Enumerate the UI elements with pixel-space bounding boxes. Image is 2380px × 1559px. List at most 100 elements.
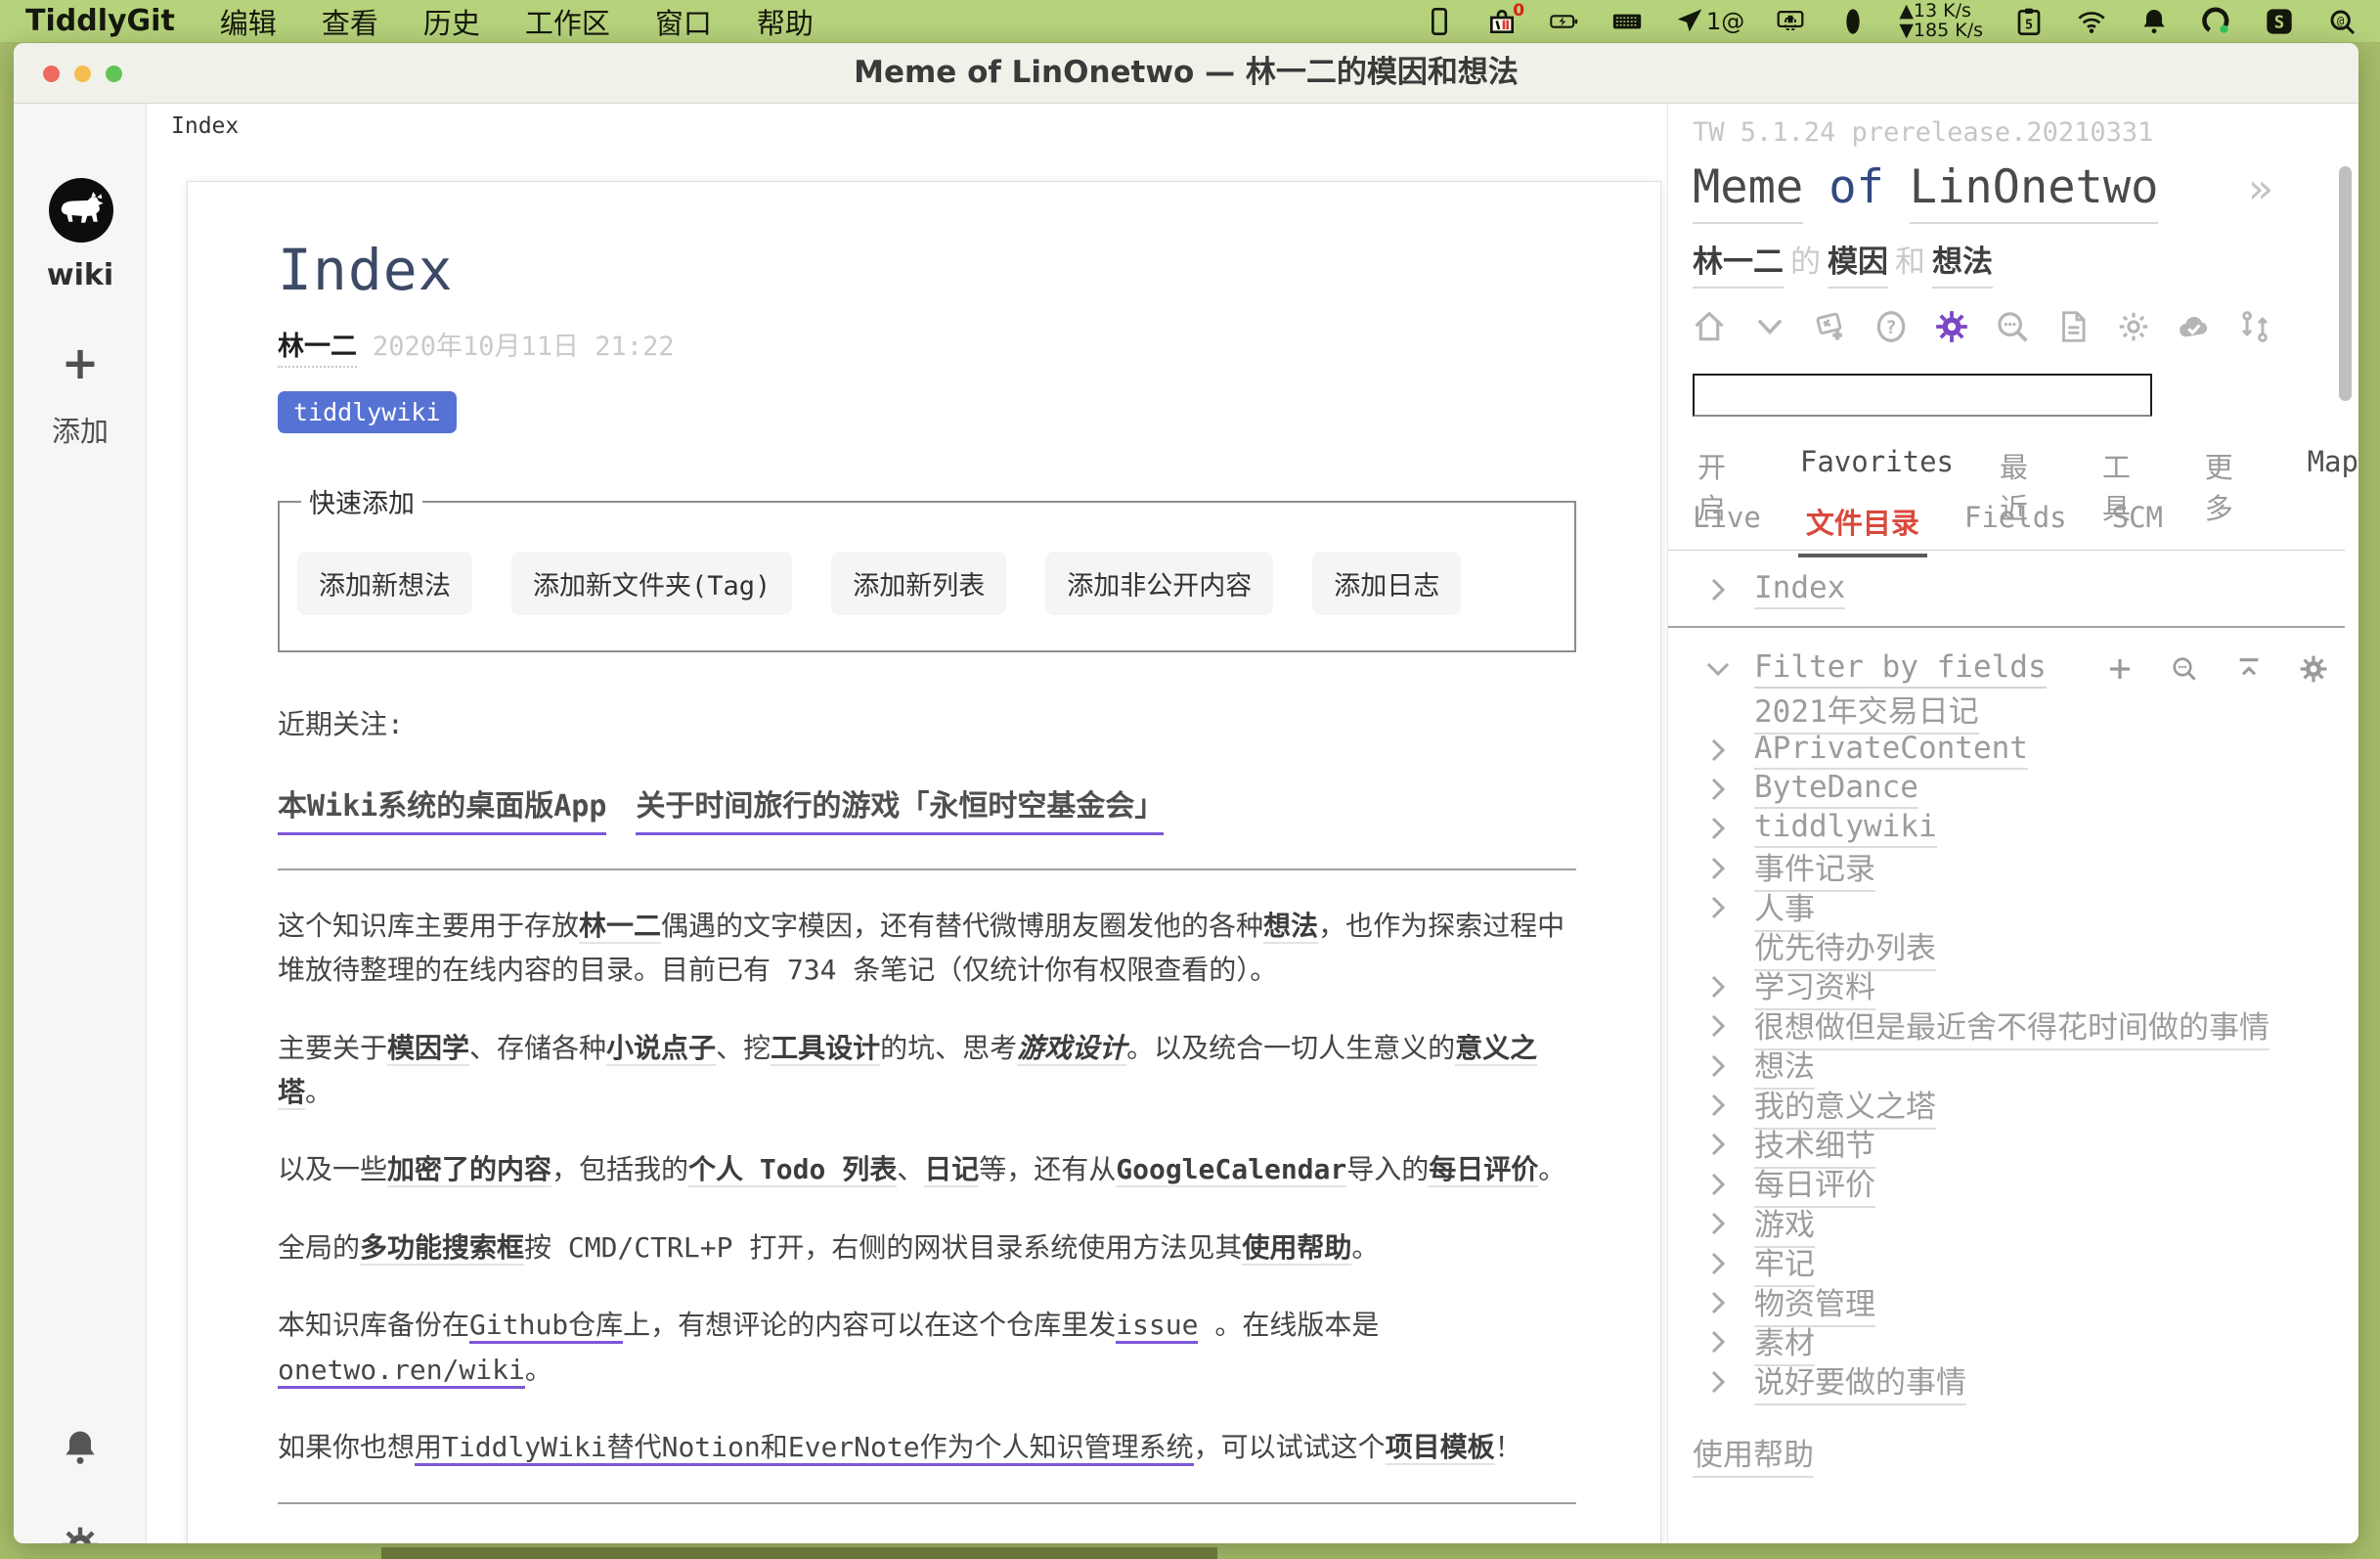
- menu-item[interactable]: 窗口: [655, 7, 712, 40]
- wifi-icon[interactable]: [2075, 5, 2108, 38]
- app-menu-tiddlygit[interactable]: TiddlyGit: [25, 4, 175, 38]
- tree-row[interactable]: 人事: [1703, 888, 2349, 927]
- chevron-down-icon[interactable]: [1750, 307, 1789, 346]
- sidebar-subtab-文件目录[interactable]: 文件目录: [1806, 501, 1919, 542]
- quick-add-button[interactable]: 添加日志: [1312, 552, 1461, 615]
- tree-row[interactable]: 牢记: [1703, 1243, 2349, 1282]
- hide-sidebar-chevron-icon[interactable]: »: [2248, 164, 2272, 212]
- chevron-right-icon[interactable]: [1703, 1209, 1733, 1238]
- home-icon[interactable]: [1690, 307, 1729, 346]
- minimize-window-button[interactable]: [74, 66, 91, 82]
- chevron-right-icon[interactable]: [1703, 1327, 1733, 1357]
- chevron-right-icon[interactable]: [1703, 1130, 1733, 1159]
- capture-icon[interactable]: [1774, 5, 1807, 38]
- chevron-right-icon[interactable]: [1703, 814, 1733, 843]
- clipboard-icon[interactable]: 5: [2012, 5, 2046, 38]
- tree-row[interactable]: 技术细节: [1703, 1125, 2349, 1164]
- advanced-search-icon[interactable]: [1993, 307, 2032, 346]
- add-icon[interactable]: [2104, 653, 2136, 685]
- tree-row[interactable]: 想法: [1703, 1047, 2349, 1086]
- maximize-window-button[interactable]: [106, 66, 122, 82]
- spotlight-icon[interactable]: @: [2325, 5, 2358, 38]
- subtitle-link[interactable]: 模因: [1828, 237, 1888, 289]
- workspace-avatar[interactable]: [49, 178, 113, 243]
- sidebar-subtab-SCM[interactable]: SCM: [2112, 501, 2163, 542]
- cloud-save-icon[interactable]: [2175, 307, 2214, 346]
- tiddler-link[interactable]: 加密了的内容: [387, 1153, 551, 1187]
- tree-item-label[interactable]: 2021年交易日记: [1754, 687, 1979, 735]
- chevron-right-icon[interactable]: [1703, 1249, 1733, 1278]
- tree-row[interactable]: 事件记录: [1703, 849, 2349, 888]
- quick-add-button[interactable]: 添加新文件夹(Tag): [511, 552, 792, 615]
- chevron-right-icon[interactable]: [1703, 575, 1733, 604]
- tiddler-link[interactable]: onetwo.ren/wiki: [278, 1354, 525, 1389]
- chevron-right-icon[interactable]: [1703, 1367, 1733, 1397]
- menu-item[interactable]: 编辑: [220, 7, 277, 40]
- tiddler-link[interactable]: 工具设计: [771, 1032, 880, 1066]
- window-scrollbar-thumb[interactable]: [2339, 166, 2352, 401]
- tiddler-link[interactable]: 每日评价: [1429, 1153, 1538, 1187]
- close-window-button[interactable]: [43, 66, 60, 82]
- tree-row[interactable]: 每日评价: [1703, 1165, 2349, 1204]
- quick-add-button[interactable]: 添加非公开内容: [1045, 552, 1273, 615]
- keyboard-icon[interactable]: [1610, 5, 1644, 38]
- tree-row[interactable]: 优先待办列表: [1703, 927, 2349, 966]
- menu-item[interactable]: 帮助: [757, 7, 814, 40]
- mouse-icon[interactable]: [1836, 5, 1870, 38]
- recent-link[interactable]: 关于时间旅行的游戏「永恒时空基金会」: [636, 781, 1164, 835]
- send-icon[interactable]: 1@: [1673, 5, 1744, 38]
- network-speed-indicator[interactable]: ▲13 K/s▼185 K/s: [1899, 2, 1983, 41]
- tree-item-label[interactable]: tiddlywiki: [1754, 809, 1937, 848]
- search-icon[interactable]: [2169, 653, 2200, 685]
- sidebar-tab-更多[interactable]: 更多: [2205, 445, 2262, 527]
- subtitle-link[interactable]: 想法: [1932, 237, 1993, 289]
- search-input[interactable]: [1693, 374, 2152, 417]
- tiddler-link[interactable]: 游戏设计: [1017, 1032, 1126, 1066]
- tree-row[interactable]: 游戏: [1703, 1204, 2349, 1243]
- tag-pill-tiddlywiki[interactable]: tiddlywiki: [278, 391, 457, 433]
- tiddler-link[interactable]: 日记: [924, 1153, 979, 1187]
- settings-icon[interactable]: [1932, 307, 1971, 346]
- tree-row[interactable]: 素材: [1703, 1322, 2349, 1361]
- brightness-icon[interactable]: [2114, 307, 2153, 346]
- chevron-right-icon[interactable]: [1703, 1091, 1733, 1120]
- tree-item-index[interactable]: Index: [1703, 570, 1845, 609]
- site-title-word[interactable]: Meme: [1693, 160, 1803, 224]
- battery-icon[interactable]: [1548, 5, 1581, 38]
- git-sync-icon[interactable]: [2235, 307, 2274, 346]
- chevron-right-icon[interactable]: [1703, 1170, 1733, 1199]
- settings-icon[interactable]: [2298, 653, 2329, 685]
- tiddler-link[interactable]: 想法: [1263, 910, 1318, 944]
- tiddler-link[interactable]: 模因学: [387, 1032, 469, 1066]
- chevron-right-icon[interactable]: [1703, 735, 1733, 765]
- chevron-right-icon[interactable]: [1703, 1011, 1733, 1041]
- tiddler-link[interactable]: 用TiddlyWiki替代Notion和EverNote作为个人知识管理系统: [415, 1431, 1194, 1466]
- tiddler-link[interactable]: issue: [1116, 1309, 1198, 1344]
- tiddler-author-link[interactable]: 林一二: [278, 325, 357, 368]
- help-icon[interactable]: ?: [1872, 307, 1911, 346]
- chevron-right-icon[interactable]: [1703, 972, 1733, 1002]
- toolbox-icon[interactable]: 0: [1485, 5, 1519, 38]
- chevron-right-icon[interactable]: [1703, 1288, 1733, 1317]
- tree-row[interactable]: 我的意义之塔: [1703, 1086, 2349, 1125]
- quick-add-button[interactable]: 添加新想法: [297, 552, 472, 615]
- chevron-right-icon[interactable]: [1703, 1051, 1733, 1081]
- tree-item-label[interactable]: 很想做但是最近舍不得花时间做的事情: [1754, 1002, 2270, 1050]
- add-workspace-label[interactable]: 添加: [14, 409, 147, 450]
- tiddler-link[interactable]: 小说点子: [606, 1032, 716, 1066]
- file-icon[interactable]: [2053, 307, 2093, 346]
- chevron-right-icon[interactable]: [1703, 893, 1733, 922]
- s-app-icon[interactable]: S: [2263, 5, 2296, 38]
- tree-row[interactable]: 2021年交易日记: [1703, 690, 2349, 730]
- tree-row[interactable]: tiddlywiki: [1703, 809, 2349, 848]
- display-icon[interactable]: [1423, 5, 1456, 38]
- menu-item[interactable]: 查看: [322, 7, 378, 40]
- menu-item[interactable]: 历史: [423, 7, 480, 40]
- tiddler-link[interactable]: Github仓库: [469, 1309, 623, 1344]
- site-title-word[interactable]: LinOnetwo: [1910, 160, 2159, 224]
- tree-row[interactable]: APrivateContent: [1703, 730, 2349, 769]
- help-link[interactable]: 使用帮助: [1693, 1430, 1814, 1478]
- sidebar-subtab-Fields[interactable]: Fields: [1964, 501, 2067, 542]
- add-workspace-plus-icon[interactable]: +: [14, 336, 147, 389]
- tree-row[interactable]: ByteDance: [1703, 770, 2349, 809]
